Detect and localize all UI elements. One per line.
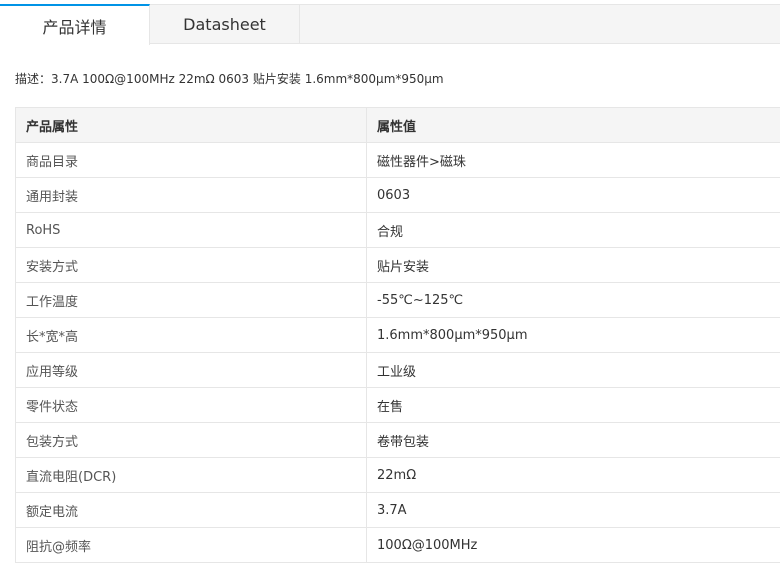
table-row: 安装方式 贴片安装	[15, 247, 780, 283]
product-description: 描述：3.7A 100Ω@100MHz 22mΩ 0603 贴片安装 1.6mm…	[15, 72, 444, 86]
attribute-name: RoHS	[15, 212, 367, 248]
tab-product-details[interactable]: 产品详情	[0, 4, 150, 45]
attribute-name: 直流电阻(DCR)	[15, 457, 367, 493]
header-attribute-name: 产品属性	[15, 107, 367, 143]
table-row: 通用封装 0603	[15, 177, 780, 213]
attribute-value: 0603	[366, 177, 780, 213]
attribute-name: 额定电流	[15, 492, 367, 528]
attribute-name: 应用等级	[15, 352, 367, 388]
attribute-table: 产品属性 属性值 商品目录 磁性器件>磁珠 通用封装 0603 RoHS 合规 …	[15, 107, 780, 563]
table-row: 包装方式 卷带包装	[15, 422, 780, 458]
table-row: 直流电阻(DCR) 22mΩ	[15, 457, 780, 493]
tab-datasheet[interactable]: Datasheet	[150, 4, 300, 44]
attribute-name: 零件状态	[15, 387, 367, 423]
table-row: 阻抗@频率 100Ω@100MHz	[15, 527, 780, 563]
table-header-row: 产品属性 属性值	[15, 107, 780, 143]
table-row: 额定电流 3.7A	[15, 492, 780, 528]
attribute-value: 22mΩ	[366, 457, 780, 493]
attribute-name: 安装方式	[15, 247, 367, 283]
attribute-value: 工业级	[366, 352, 780, 388]
attribute-name: 工作温度	[15, 282, 367, 318]
table-row: RoHS 合规	[15, 212, 780, 248]
attribute-name: 通用封装	[15, 177, 367, 213]
table-row: 长*宽*高 1.6mm*800µm*950µm	[15, 317, 780, 353]
attribute-value: 磁性器件>磁珠	[366, 142, 780, 178]
attribute-name: 商品目录	[15, 142, 367, 178]
attribute-value: 1.6mm*800µm*950µm	[366, 317, 780, 353]
product-detail-page: 产品详情 Datasheet 描述：3.7A 100Ω@100MHz 22mΩ …	[0, 0, 780, 568]
attribute-value: 合规	[366, 212, 780, 248]
table-row: 应用等级 工业级	[15, 352, 780, 388]
attribute-value: -55℃~125℃	[366, 282, 780, 318]
attribute-name: 阻抗@频率	[15, 527, 367, 563]
attribute-value: 在售	[366, 387, 780, 423]
header-attribute-value: 属性值	[366, 107, 780, 143]
attribute-value: 贴片安装	[366, 247, 780, 283]
table-row: 零件状态 在售	[15, 387, 780, 423]
attribute-value: 3.7A	[366, 492, 780, 528]
attribute-value: 100Ω@100MHz	[366, 527, 780, 563]
table-row: 商品目录 磁性器件>磁珠	[15, 142, 780, 178]
tab-bar: 产品详情 Datasheet	[0, 4, 780, 45]
attribute-name: 长*宽*高	[15, 317, 367, 353]
table-row: 工作温度 -55℃~125℃	[15, 282, 780, 318]
attribute-value: 卷带包装	[366, 422, 780, 458]
attribute-name: 包装方式	[15, 422, 367, 458]
